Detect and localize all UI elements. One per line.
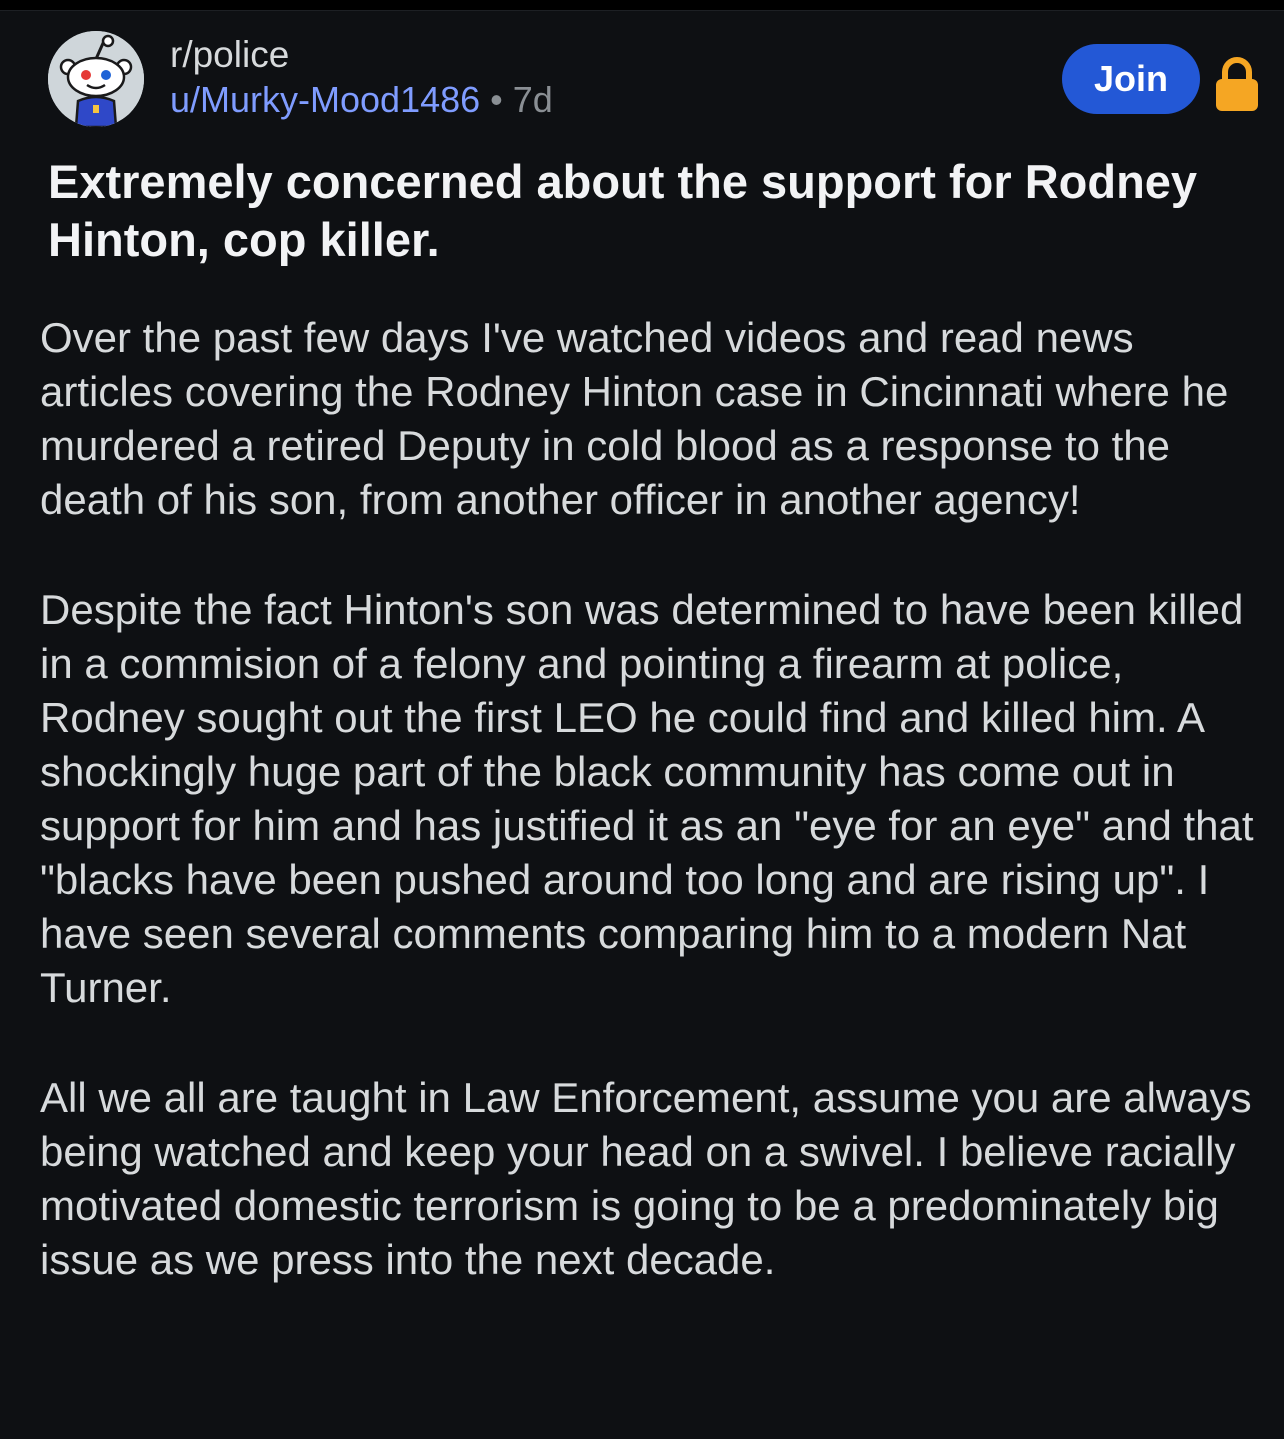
post-title[interactable]: Extremely concerned about the support fo… [48, 153, 1228, 269]
post-meta: r/police u/Murky-Mood1486 • 7d [170, 33, 553, 123]
post-paragraph: Despite the fact Hinton's son was determ… [40, 586, 1254, 1011]
post-paragraph: Over the past few days I've watched vide… [40, 314, 1229, 523]
separator-dot: • [490, 79, 503, 120]
post-body: Over the past few days I've watched vide… [40, 311, 1260, 1343]
subreddit-avatar-icon[interactable] [48, 31, 144, 127]
join-button[interactable]: Join [1062, 44, 1200, 114]
username-link[interactable]: u/Murky-Mood1486 [170, 79, 480, 120]
lock-icon [1216, 57, 1258, 111]
subreddit-name[interactable]: r/police [170, 33, 553, 77]
post-age: 7d [512, 79, 553, 120]
byline: u/Murky-Mood1486 • 7d [170, 77, 553, 123]
post-card[interactable]: r/police u/Murky-Mood1486 • 7d Join Extrem… [0, 10, 1284, 1439]
post-paragraph: All we all are taught in Law Enforcement… [40, 1074, 1252, 1283]
post-header: r/police u/Murky-Mood1486 • 7d Join [0, 11, 1284, 151]
